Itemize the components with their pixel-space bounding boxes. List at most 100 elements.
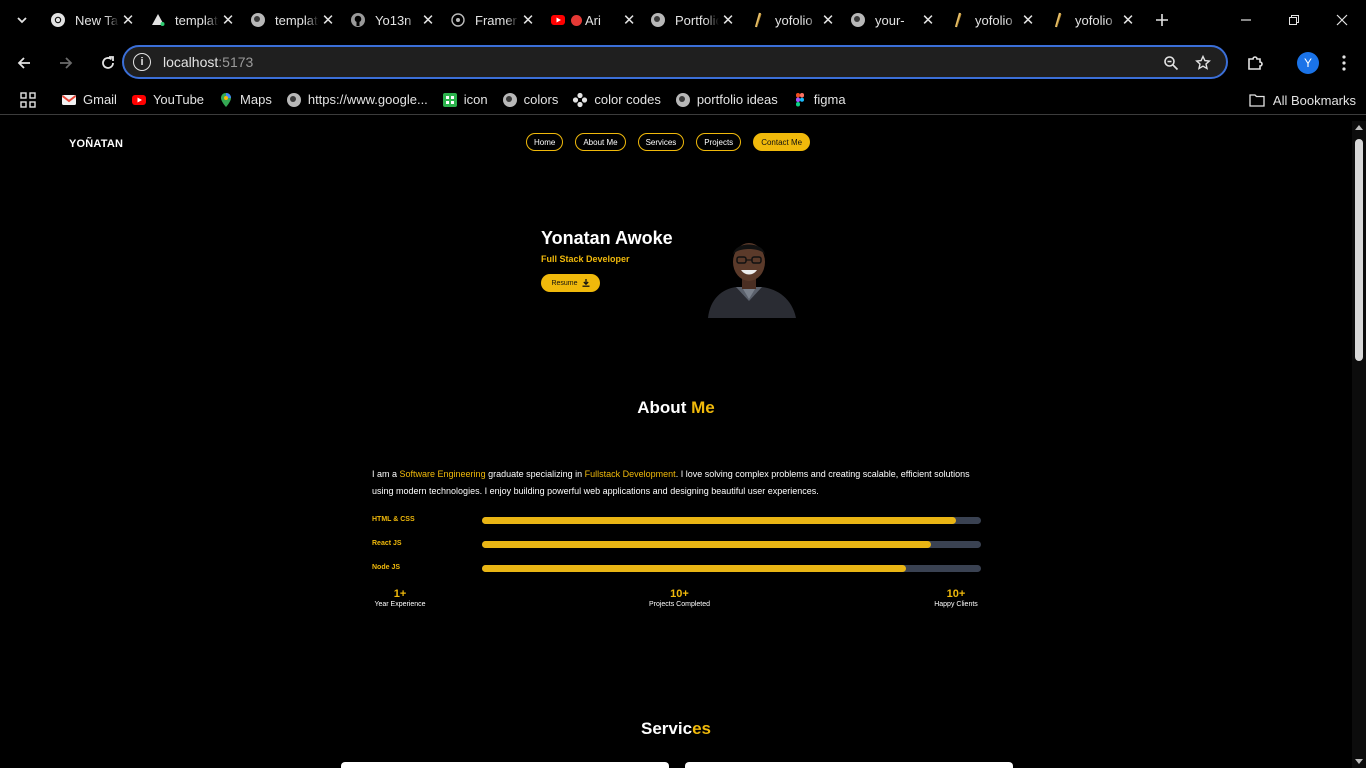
bookmark-label: color codes: [594, 92, 661, 107]
resume-label: Resume: [551, 279, 578, 287]
stat-value: 1+: [393, 588, 407, 600]
pen-icon: [950, 12, 966, 28]
profile-button[interactable]: Y: [1290, 40, 1326, 85]
tab-close-icon[interactable]: ✕: [320, 11, 336, 29]
tab-title: Yo13n: [375, 12, 412, 28]
icon-app-icon: [442, 92, 458, 108]
address-url[interactable]: localhost:5173: [163, 54, 253, 70]
tab-title: your-: [875, 12, 905, 28]
globe-icon: [250, 12, 266, 28]
browser-tab[interactable]: template✕: [144, 0, 244, 40]
page-scrollbar[interactable]: [1352, 121, 1366, 768]
bookmark-item[interactable]: colors: [495, 86, 566, 114]
minimize-icon: [1241, 19, 1251, 21]
site-logo[interactable]: YOÑATAN: [69, 138, 123, 150]
bookmark-item[interactable]: color codes: [565, 86, 667, 114]
nav-services[interactable]: Services: [637, 133, 685, 151]
tab-close-icon[interactable]: ✕: [520, 11, 536, 29]
address-bar[interactable]: i localhost:5173: [122, 45, 1228, 79]
new-tab-button[interactable]: [1144, 0, 1180, 40]
tab-close-icon[interactable]: ✕: [120, 11, 136, 29]
nav-home[interactable]: Home: [526, 133, 564, 151]
browser-tab[interactable]: Ari ✕: [544, 0, 644, 40]
apps-button[interactable]: [0, 86, 54, 114]
browser-tab[interactable]: your- ✕: [844, 0, 944, 40]
bookmark-item[interactable]: Gmail: [54, 86, 124, 114]
figma-icon: [792, 92, 808, 108]
profile-photo: [700, 229, 798, 318]
page-viewport: YOÑATAN Home About Me Services Projects Cont…: [0, 121, 1366, 768]
bookmark-item[interactable]: figma: [785, 86, 853, 114]
recording-dot-icon: [571, 14, 582, 26]
resume-button[interactable]: Resume: [541, 274, 600, 292]
plus-icon: [1156, 14, 1168, 26]
browser-tab[interactable]: Framer ✕: [444, 0, 544, 40]
bookmark-item[interactable]: portfolio ideas: [668, 86, 785, 114]
tab-title: Framer: [475, 12, 517, 28]
scroll-down-arrow[interactable]: [1355, 759, 1363, 764]
browser-tab[interactable]: yofolio ✕: [1044, 0, 1144, 40]
back-button[interactable]: [6, 45, 42, 81]
zoom-icon[interactable]: [1162, 54, 1180, 72]
scrollbar-thumb[interactable]: [1355, 139, 1363, 361]
skill-label: Node JS: [372, 564, 401, 571]
tab-close-icon[interactable]: ✕: [220, 11, 236, 29]
site-nav: Home About Me Services Projects Contact Me: [526, 133, 811, 151]
site-info-icon[interactable]: i: [133, 53, 151, 71]
tab-close-icon[interactable]: ✕: [920, 11, 936, 29]
browser-tab[interactable]: Portfolio ✕: [644, 0, 744, 40]
window-controls: [1222, 0, 1366, 40]
bookmark-item[interactable]: https://www.google...: [279, 86, 435, 114]
browser-tab[interactable]: New Tab✕: [44, 0, 144, 40]
tab-close-icon[interactable]: ✕: [1120, 11, 1136, 29]
browser-tab[interactable]: template✕: [244, 0, 344, 40]
close-window-button[interactable]: [1318, 0, 1366, 40]
tab-close-icon[interactable]: ✕: [720, 11, 736, 29]
browser-tab[interactable]: Yo13n ✕: [344, 0, 444, 40]
bookmark-item[interactable]: icon: [435, 86, 495, 114]
stat-value: 10+: [946, 588, 966, 600]
triangle-icon: [150, 12, 166, 28]
skill-progress-fill: [482, 565, 907, 572]
restore-icon: [1289, 15, 1299, 25]
nav-projects[interactable]: Projects: [696, 133, 742, 151]
bookmarks-bar: Gmail YouTube Maps https://www.google... ico…: [0, 85, 1366, 115]
browser-tab[interactable]: yofolio ✕: [944, 0, 1044, 40]
reload-button[interactable]: [90, 45, 126, 81]
menu-button[interactable]: [1326, 40, 1362, 85]
close-icon: [1336, 14, 1348, 26]
all-bookmarks-button[interactable]: All Bookmarks: [1249, 85, 1356, 115]
browser-tab[interactable]: yofolio ✕: [744, 0, 844, 40]
minimize-button[interactable]: [1222, 0, 1270, 40]
scroll-up-arrow[interactable]: [1355, 125, 1363, 130]
bookmark-label: portfolio ideas: [696, 92, 778, 107]
tab-strip: New Tab✕template✕template✕Yo13n✕Framer✕A…: [0, 0, 1366, 40]
tab-title: template: [175, 12, 219, 28]
restore-button[interactable]: [1270, 0, 1318, 40]
tab-close-icon[interactable]: ✕: [820, 11, 836, 29]
chevron-down-icon: [17, 17, 27, 24]
tab-close-icon[interactable]: ✕: [1020, 11, 1036, 29]
skill-progress-fill: [482, 541, 932, 548]
bookmark-label: YouTube: [152, 92, 205, 107]
bookmark-star-icon[interactable]: [1194, 54, 1212, 72]
extensions-button[interactable]: [1237, 40, 1273, 85]
globe-icon: [850, 12, 866, 28]
gmail-icon: [61, 92, 77, 108]
all-bookmarks-label: All Bookmarks: [1272, 92, 1356, 108]
tab-close-icon[interactable]: ✕: [622, 11, 636, 29]
nav-contact-me[interactable]: Contact Me: [753, 133, 811, 151]
about-text: I am a Software Engineering graduate spe…: [372, 469, 970, 496]
hero-name: Yonatan Awoke: [541, 228, 673, 248]
bookmark-item[interactable]: Maps: [211, 86, 279, 114]
bookmark-item[interactable]: YouTube: [124, 86, 211, 114]
skill-label: HTML & CSS: [372, 516, 415, 523]
tab-close-icon[interactable]: ✕: [420, 11, 436, 29]
avatar: Y: [1297, 51, 1319, 74]
flower-icon: [572, 92, 588, 108]
tab-search-button[interactable]: [0, 0, 44, 40]
nav-about-me[interactable]: About Me: [575, 133, 626, 151]
forward-button[interactable]: [48, 45, 84, 81]
framer-icon: [450, 12, 466, 28]
bookmark-label: colors: [523, 92, 559, 107]
